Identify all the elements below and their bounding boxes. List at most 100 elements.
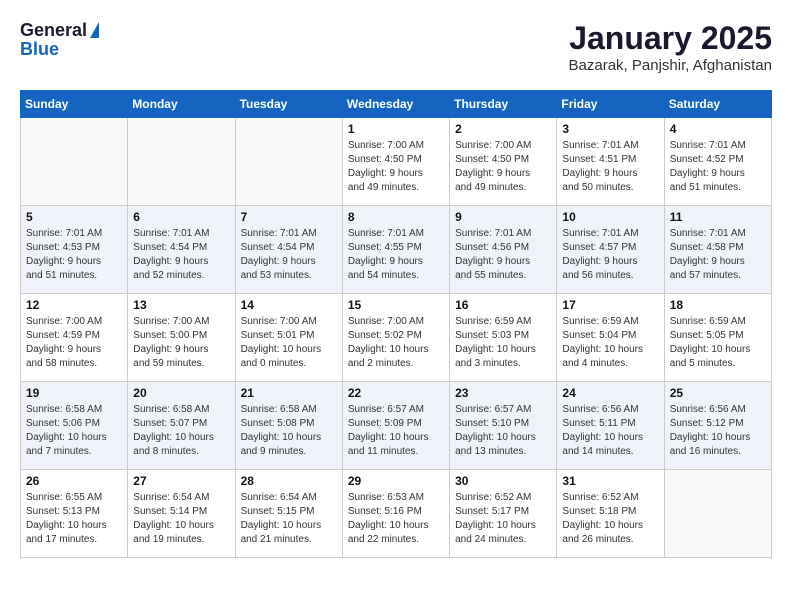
week-row-3: 12 Sunrise: 7:00 AM Sunset: 4:59 PM Dayli… [21,294,772,382]
calendar-cell: 13 Sunrise: 7:00 AM Sunset: 5:00 PM Dayli… [128,294,235,382]
weekday-header-wednesday: Wednesday [342,91,449,118]
day-info: Sunrise: 6:55 AM Sunset: 5:13 PM Dayligh… [26,491,122,547]
calendar-cell: 25Sunrise: 6:56 AM Sunset: 5:12 PM Dayli… [664,382,771,470]
day-number: 17 [562,298,658,312]
day-number: 6 [133,210,229,224]
day-info: Sunrise: 7:00 AM Sunset: 5:02 PM Dayligh… [348,315,444,371]
day-info: Sunrise: 6:54 AM Sunset: 5:15 PM Dayligh… [241,491,337,547]
calendar-cell: 14 Sunrise: 7:00 AM Sunset: 5:01 PM Dayli… [235,294,342,382]
weekday-header-sunday: Sunday [21,91,128,118]
day-number: 12 [26,298,122,312]
calendar-cell: 23Sunrise: 6:57 AM Sunset: 5:10 PM Dayli… [450,382,557,470]
day-number: 13 [133,298,229,312]
day-number: 28 [241,474,337,488]
weekday-header-row: SundayMondayTuesdayWednesdayThursdayFrid… [21,91,772,118]
weekday-header-thursday: Thursday [450,91,557,118]
day-number: 4 [670,122,766,136]
calendar-cell: 1 Sunrise: 7:00 AM Sunset: 4:50 PM Daylig… [342,118,449,206]
day-info: Sunrise: 7:01 AM Sunset: 4:57 PM Dayligh… [562,227,658,283]
day-number: 14 [241,298,337,312]
calendar-cell: 28 Sunrise: 6:54 AM Sunset: 5:15 PM Dayli… [235,470,342,558]
calendar-table: SundayMondayTuesdayWednesdayThursdayFrid… [20,90,772,558]
calendar-cell: 30Sunrise: 6:52 AM Sunset: 5:17 PM Dayli… [450,470,557,558]
day-info: Sunrise: 6:59 AM Sunset: 5:03 PM Dayligh… [455,315,551,371]
calendar-cell: 20 Sunrise: 6:58 AM Sunset: 5:07 PM Dayli… [128,382,235,470]
day-info: Sunrise: 7:01 AM Sunset: 4:52 PM Dayligh… [670,139,766,195]
day-number: 22 [348,386,444,400]
day-info: Sunrise: 6:57 AM Sunset: 5:09 PM Dayligh… [348,403,444,459]
day-info: Sunrise: 7:00 AM Sunset: 5:01 PM Dayligh… [241,315,337,371]
day-info: Sunrise: 7:00 AM Sunset: 4:50 PM Dayligh… [348,139,444,195]
calendar-cell: 31 Sunrise: 6:52 AM Sunset: 5:18 PM Dayli… [557,470,664,558]
calendar-cell: 5Sunrise: 7:01 AM Sunset: 4:53 PM Daylig… [21,206,128,294]
title-block: January 2025 Bazarak, Panjshir, Afghanis… [569,20,772,74]
calendar-cell: 7 Sunrise: 7:01 AM Sunset: 4:54 PM Daylig… [235,206,342,294]
day-number: 21 [241,386,337,400]
day-info: Sunrise: 6:54 AM Sunset: 5:14 PM Dayligh… [133,491,229,547]
day-number: 16 [455,298,551,312]
calendar-cell: 16 Sunrise: 6:59 AM Sunset: 5:03 PM Dayli… [450,294,557,382]
day-info: Sunrise: 7:01 AM Sunset: 4:51 PM Dayligh… [562,139,658,195]
calendar-cell: 26 Sunrise: 6:55 AM Sunset: 5:13 PM Dayli… [21,470,128,558]
day-number: 23 [455,386,551,400]
day-info: Sunrise: 7:01 AM Sunset: 4:56 PM Dayligh… [455,227,551,283]
calendar-cell: 29Sunrise: 6:53 AM Sunset: 5:16 PM Dayli… [342,470,449,558]
week-row-4: 19Sunrise: 6:58 AM Sunset: 5:06 PM Dayli… [21,382,772,470]
calendar-cell: 11Sunrise: 7:01 AM Sunset: 4:58 PM Dayli… [664,206,771,294]
day-number: 7 [241,210,337,224]
day-number: 30 [455,474,551,488]
day-info: Sunrise: 6:58 AM Sunset: 5:07 PM Dayligh… [133,403,229,459]
calendar-cell: 2Sunrise: 7:00 AM Sunset: 4:50 PM Daylig… [450,118,557,206]
logo: General Blue [20,20,99,60]
calendar-cell [235,118,342,206]
calendar-cell [21,118,128,206]
day-info: Sunrise: 6:59 AM Sunset: 5:04 PM Dayligh… [562,315,658,371]
weekday-header-tuesday: Tuesday [235,91,342,118]
calendar-cell: 8 Sunrise: 7:01 AM Sunset: 4:55 PM Daylig… [342,206,449,294]
calendar-cell: 24 Sunrise: 6:56 AM Sunset: 5:11 PM Dayli… [557,382,664,470]
day-number: 3 [562,122,658,136]
calendar-cell: 6 Sunrise: 7:01 AM Sunset: 4:54 PM Daylig… [128,206,235,294]
page-header: General Blue January 2025 Bazarak, Panjs… [20,20,772,74]
calendar-cell: 22 Sunrise: 6:57 AM Sunset: 5:09 PM Dayli… [342,382,449,470]
day-info: Sunrise: 6:56 AM Sunset: 5:11 PM Dayligh… [562,403,658,459]
day-info: Sunrise: 6:59 AM Sunset: 5:05 PM Dayligh… [670,315,766,371]
day-number: 8 [348,210,444,224]
calendar-cell [664,470,771,558]
calendar-subtitle: Bazarak, Panjshir, Afghanistan [569,57,772,74]
week-row-1: 1 Sunrise: 7:00 AM Sunset: 4:50 PM Daylig… [21,118,772,206]
day-info: Sunrise: 7:01 AM Sunset: 4:55 PM Dayligh… [348,227,444,283]
calendar-cell: 4 Sunrise: 7:01 AM Sunset: 4:52 PM Daylig… [664,118,771,206]
day-number: 27 [133,474,229,488]
day-number: 10 [562,210,658,224]
day-info: Sunrise: 7:00 AM Sunset: 4:59 PM Dayligh… [26,315,122,371]
day-info: Sunrise: 7:00 AM Sunset: 5:00 PM Dayligh… [133,315,229,371]
day-number: 20 [133,386,229,400]
day-number: 31 [562,474,658,488]
calendar-cell: 15 Sunrise: 7:00 AM Sunset: 5:02 PM Dayli… [342,294,449,382]
logo-general: General [20,20,87,41]
calendar-cell: 27 Sunrise: 6:54 AM Sunset: 5:14 PM Dayli… [128,470,235,558]
day-number: 2 [455,122,551,136]
calendar-cell: 12 Sunrise: 7:00 AM Sunset: 4:59 PM Dayli… [21,294,128,382]
day-number: 18 [670,298,766,312]
calendar-cell: 18 Sunrise: 6:59 AM Sunset: 5:05 PM Dayli… [664,294,771,382]
calendar-cell: 9 Sunrise: 7:01 AM Sunset: 4:56 PM Daylig… [450,206,557,294]
day-info: Sunrise: 6:52 AM Sunset: 5:18 PM Dayligh… [562,491,658,547]
day-number: 15 [348,298,444,312]
day-info: Sunrise: 6:53 AM Sunset: 5:16 PM Dayligh… [348,491,444,547]
day-number: 5 [26,210,122,224]
day-number: 9 [455,210,551,224]
calendar-cell: 19Sunrise: 6:58 AM Sunset: 5:06 PM Dayli… [21,382,128,470]
week-row-5: 26 Sunrise: 6:55 AM Sunset: 5:13 PM Dayli… [21,470,772,558]
day-info: Sunrise: 7:01 AM Sunset: 4:54 PM Dayligh… [241,227,337,283]
day-number: 26 [26,474,122,488]
weekday-header-monday: Monday [128,91,235,118]
day-number: 1 [348,122,444,136]
calendar-cell: 3 Sunrise: 7:01 AM Sunset: 4:51 PM Daylig… [557,118,664,206]
calendar-cell [128,118,235,206]
day-number: 24 [562,386,658,400]
day-info: Sunrise: 7:01 AM Sunset: 4:54 PM Dayligh… [133,227,229,283]
day-number: 19 [26,386,122,400]
day-info: Sunrise: 6:58 AM Sunset: 5:08 PM Dayligh… [241,403,337,459]
